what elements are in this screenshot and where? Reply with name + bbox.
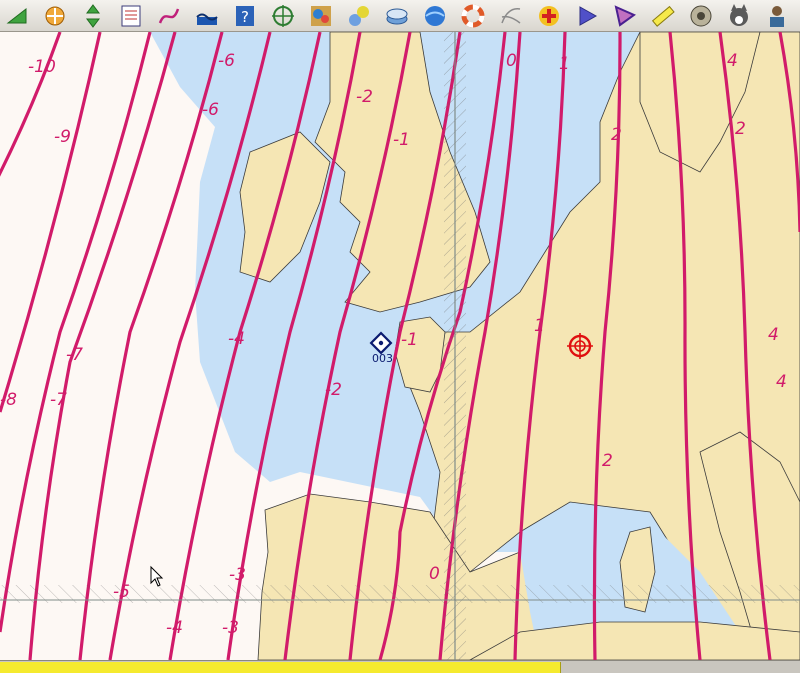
zoom-arrows-icon <box>45 6 65 25</box>
isogonic-label: -3 <box>222 618 239 638</box>
weather-button[interactable] <box>304 1 338 31</box>
ais-button[interactable] <box>342 1 376 31</box>
status-bar <box>0 660 800 673</box>
layers-icon <box>386 8 408 24</box>
isogonic-label: 4 <box>776 372 787 392</box>
isogonic-label: -3 <box>229 565 246 585</box>
layers-button[interactable] <box>380 1 414 31</box>
polygon-button[interactable] <box>608 1 642 31</box>
vertical-arrows-icon <box>86 3 100 28</box>
lifebuoy-button[interactable] <box>456 1 490 31</box>
globe-button[interactable] <box>418 1 452 31</box>
isogonic-label: 2 <box>611 125 622 145</box>
dog-icon <box>730 3 748 26</box>
isogonic-label: -4 <box>228 329 245 349</box>
waypoint-label: 003 <box>372 352 393 365</box>
help-icon: ? <box>236 5 254 26</box>
isogonic-label: 1 <box>534 316 545 336</box>
isogonic-label: -1 <box>393 130 410 150</box>
isogonic-label: -7 <box>66 345 83 365</box>
isogonic-label: 4 <box>727 51 738 71</box>
isogonic-label: -6 <box>202 100 219 120</box>
track-icon <box>158 8 180 24</box>
ruler-button[interactable] <box>646 1 680 31</box>
track-button[interactable] <box>152 1 186 31</box>
isogonic-label: 2 <box>602 451 613 471</box>
isogonic-label: 0 <box>429 564 440 584</box>
person-icon <box>770 5 784 27</box>
triangle-arrow-icon <box>6 7 27 23</box>
weather-icon <box>311 5 331 26</box>
globe-icon <box>425 5 445 26</box>
isogonic-label: -4 <box>166 618 183 638</box>
nautical-chart[interactable]: -10-9-8-7-7-6-6-5-4-4-3-3-2-2-1-10011222… <box>0 32 800 660</box>
isogonic-label: 0 <box>506 51 517 71</box>
plus-red-icon <box>539 5 559 26</box>
play-route-button[interactable] <box>570 1 604 31</box>
progress-bar <box>0 662 561 673</box>
help-button[interactable]: ? <box>228 1 262 31</box>
plus-red-button[interactable] <box>532 1 566 31</box>
compass-icon <box>690 5 712 26</box>
isogonic-label: 1 <box>559 54 570 74</box>
grib-icon <box>501 7 521 24</box>
lifebuoy-icon <box>461 4 485 27</box>
isogonic-label: 4 <box>768 325 779 345</box>
isogonic-label: -2 <box>356 87 373 107</box>
ais-icon <box>349 5 369 26</box>
person-button[interactable] <box>760 1 794 31</box>
isogonic-label: -10 <box>28 57 56 77</box>
crosshair-icon <box>272 4 294 27</box>
tide-icon <box>196 13 218 25</box>
zoom-arrows-button[interactable] <box>38 1 72 31</box>
isogonic-label: -2 <box>325 380 342 400</box>
svg-text:?: ? <box>241 8 249 26</box>
toolbar: ? <box>0 0 800 32</box>
isogonic-label: -6 <box>218 51 235 71</box>
isogonic-label: -9 <box>54 127 71 147</box>
route-list-icon <box>121 5 141 26</box>
dog-button[interactable] <box>722 1 756 31</box>
polygon-icon <box>614 4 637 27</box>
tide-button[interactable] <box>190 1 224 31</box>
route-list-button[interactable] <box>114 1 148 31</box>
isogonic-label: -1 <box>401 330 418 350</box>
ruler-icon <box>651 5 675 27</box>
grib-button[interactable] <box>494 1 528 31</box>
crosshair-button[interactable] <box>266 1 300 31</box>
isogonic-label: -8 <box>0 390 17 410</box>
isogonic-label: 2 <box>735 119 746 139</box>
triangle-arrow-button[interactable] <box>0 1 34 31</box>
isogonic-label: -7 <box>50 390 67 410</box>
play-route-icon <box>579 5 598 26</box>
vertical-arrows-button[interactable] <box>76 1 110 31</box>
isogonic-label: -5 <box>113 582 130 602</box>
compass-button[interactable] <box>684 1 718 31</box>
